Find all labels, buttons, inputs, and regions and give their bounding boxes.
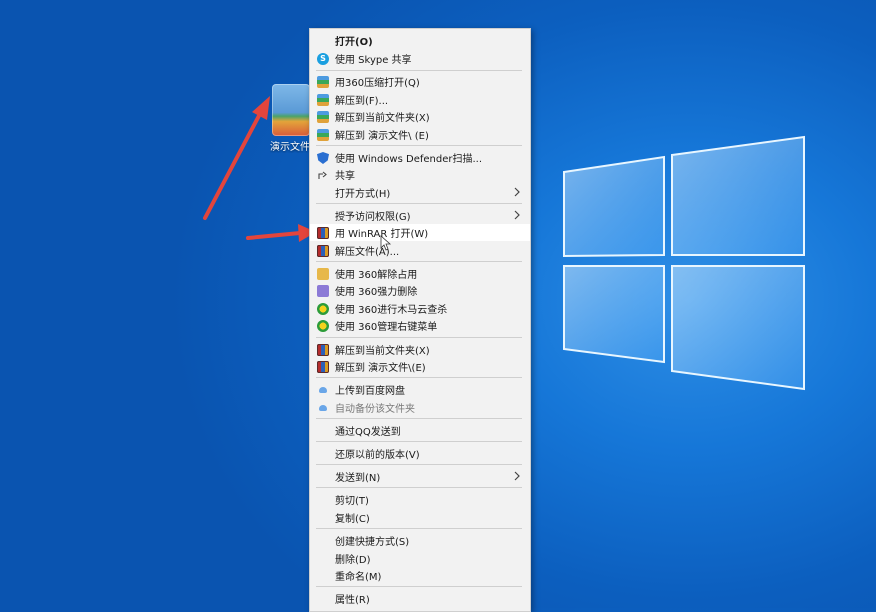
menu-item-send-to[interactable]: 发送到(N) xyxy=(310,468,530,485)
360-icon xyxy=(317,303,329,315)
menu-item-rar-extract-here[interactable]: 解压到当前文件夹(X) xyxy=(310,341,530,358)
menu-separator xyxy=(316,528,522,529)
defender-shield-icon xyxy=(317,152,329,164)
zip-icon xyxy=(317,111,329,123)
zip-icon xyxy=(317,94,329,106)
menu-item-winrar-open[interactable]: 用 WinRAR 打开(W) xyxy=(310,224,530,241)
menu-item-extract-files[interactable]: 解压文件(A)... xyxy=(310,242,530,259)
menu-item-360-manage-menu[interactable]: 使用 360管理右键菜单 xyxy=(310,317,530,334)
menu-separator xyxy=(316,203,522,204)
share-icon xyxy=(318,171,327,179)
winrar-icon xyxy=(317,361,329,373)
menu-item-share[interactable]: 共享 xyxy=(310,166,530,183)
menu-item-qq-send[interactable]: 通过QQ发送到 xyxy=(310,422,530,439)
menu-item-baidu-upload[interactable]: 上传到百度网盘 xyxy=(310,381,530,398)
winrar-icon xyxy=(317,227,329,239)
menu-item-properties[interactable]: 属性(R) xyxy=(310,590,530,607)
menu-item-360-force-delete[interactable]: 使用 360强力删除 xyxy=(310,282,530,299)
menu-separator xyxy=(316,441,522,442)
menu-item-extract-here[interactable]: 解压到当前文件夹(X) xyxy=(310,108,530,125)
archive-icon xyxy=(272,84,310,136)
menu-separator xyxy=(316,337,522,338)
skype-icon: S xyxy=(317,53,329,65)
file-label: 演示文件 xyxy=(270,142,310,153)
menu-item-360-unlock[interactable]: 使用 360解除占用 xyxy=(310,265,530,282)
archive-file-icon[interactable]: 演示文件 xyxy=(270,84,312,154)
menu-separator xyxy=(316,487,522,488)
menu-separator xyxy=(316,261,522,262)
menu-item-open[interactable]: 打开(O) xyxy=(310,32,530,49)
menu-item-skype-share[interactable]: S 使用 Skype 共享 xyxy=(310,50,530,67)
cloud-icon xyxy=(319,387,327,393)
winrar-icon xyxy=(317,245,329,257)
menu-separator xyxy=(316,377,522,378)
menu-item-rename[interactable]: 重命名(M) xyxy=(310,567,530,584)
menu-item-grant-access[interactable]: 授予访问权限(G) xyxy=(310,207,530,224)
context-menu: 打开(O) S 使用 Skype 共享 用360压缩打开(Q) 解压到(F)..… xyxy=(309,28,531,612)
menu-item-360-trojan-scan[interactable]: 使用 360进行木马云查杀 xyxy=(310,300,530,317)
menu-item-restore-versions[interactable]: 还原以前的版本(V) xyxy=(310,445,530,462)
menu-item-extract-to[interactable]: 解压到(F)... xyxy=(310,91,530,108)
chevron-right-icon xyxy=(514,187,520,197)
desktop: 演示文件 打开(O) S 使用 Skype 共享 用360压缩打开(Q) 解压到… xyxy=(0,0,876,612)
delete-icon xyxy=(317,285,329,297)
zip-icon xyxy=(317,129,329,141)
zip-icon xyxy=(317,76,329,88)
menu-item-open-with[interactable]: 打开方式(H) xyxy=(310,184,530,201)
menu-item-360-open[interactable]: 用360压缩打开(Q) xyxy=(310,73,530,90)
360-icon xyxy=(317,320,329,332)
chevron-right-icon xyxy=(514,210,520,220)
menu-item-create-shortcut[interactable]: 创建快捷方式(S) xyxy=(310,532,530,549)
menu-item-extract-folder[interactable]: 解压到 演示文件\ (E) xyxy=(310,126,530,143)
windows-logo xyxy=(563,135,805,391)
unlock-icon xyxy=(317,268,329,280)
menu-separator xyxy=(316,464,522,465)
cloud-icon xyxy=(319,405,327,411)
menu-item-copy[interactable]: 复制(C) xyxy=(310,509,530,526)
menu-separator xyxy=(316,586,522,587)
menu-separator xyxy=(316,145,522,146)
chevron-right-icon xyxy=(514,471,520,481)
menu-item-defender-scan[interactable]: 使用 Windows Defender扫描... xyxy=(310,149,530,166)
menu-item-auto-backup[interactable]: 自动备份该文件夹 xyxy=(310,399,530,416)
menu-item-rar-extract-folder[interactable]: 解压到 演示文件\(E) xyxy=(310,358,530,375)
menu-item-cut[interactable]: 剪切(T) xyxy=(310,491,530,508)
menu-separator xyxy=(316,70,522,71)
menu-item-delete[interactable]: 删除(D) xyxy=(310,550,530,567)
menu-separator xyxy=(316,418,522,419)
winrar-icon xyxy=(317,344,329,356)
mouse-cursor-icon xyxy=(380,235,392,251)
